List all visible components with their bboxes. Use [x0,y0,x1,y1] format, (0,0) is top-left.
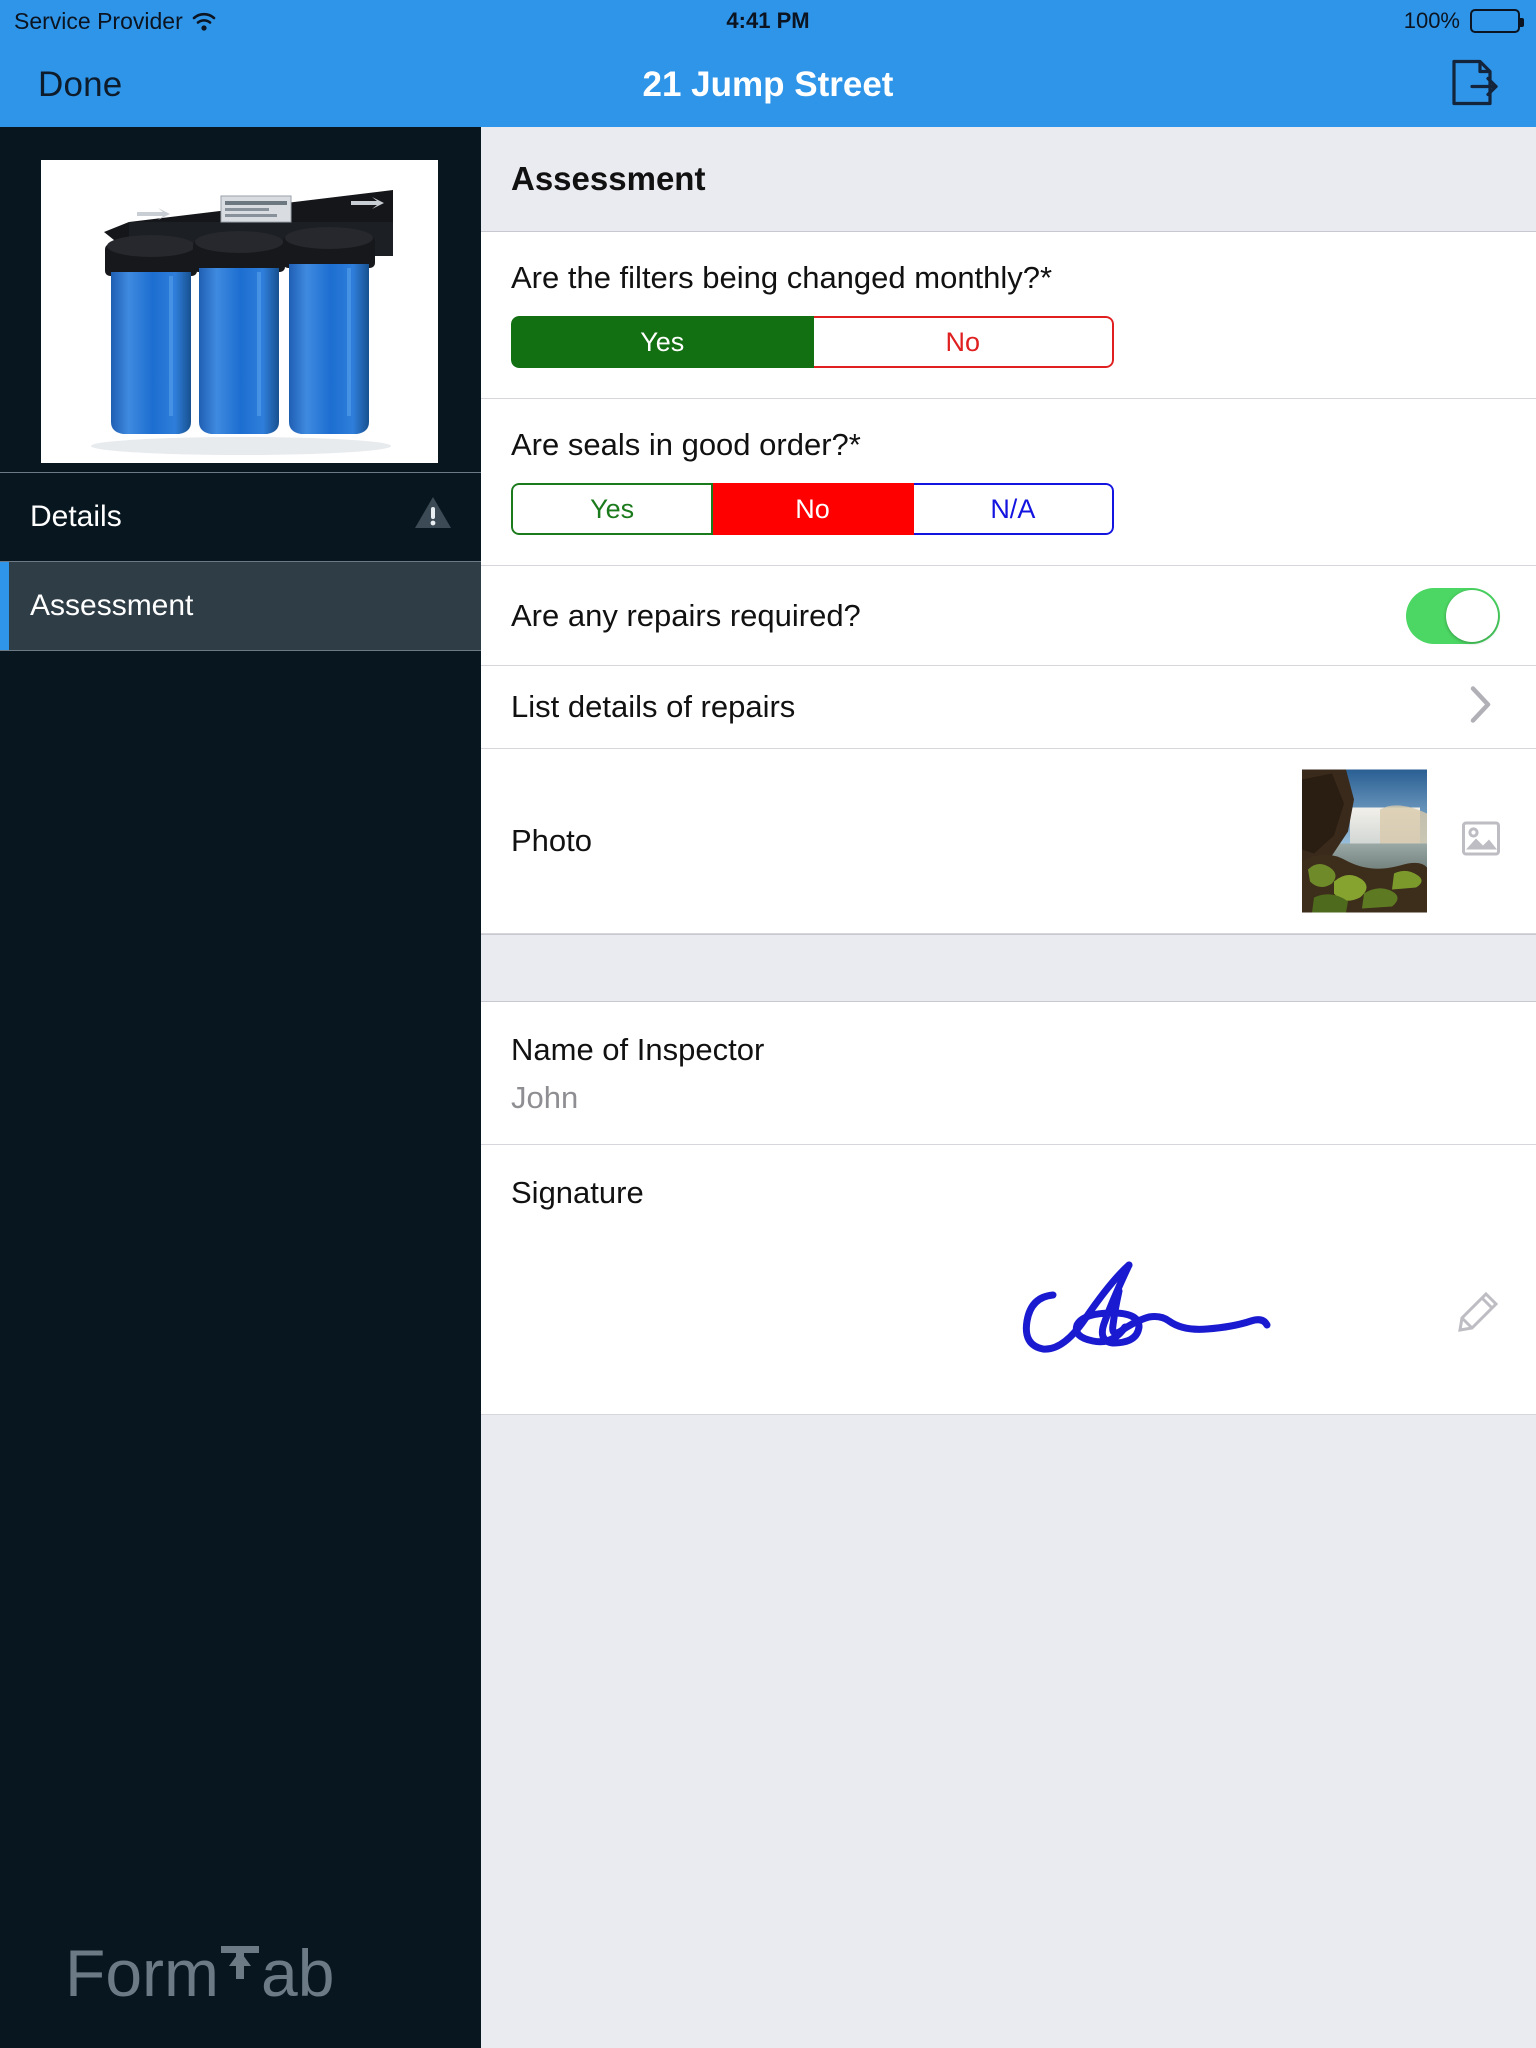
photo-row: Photo [481,749,1536,934]
status-bar-right: 100% [1403,8,1524,34]
section-header: Assessment [481,127,1536,232]
logo-text-after: ab [260,1936,335,2010]
repairs-required-toggle[interactable] [1406,587,1500,644]
sidebar-item-label: Details [30,500,122,533]
handwritten-signature [1001,1255,1341,1380]
water-filter-housing-image [41,160,438,463]
question-label: Are the filters being changed monthly?* [511,260,1053,295]
content-bottom-area [481,1415,1536,1885]
section-title: Assessment [511,160,706,197]
warning-triangle-icon [413,495,453,539]
repairs-required-label: Are any repairs required? [511,597,861,633]
inspector-name-row[interactable]: Name of Inspector John [481,1002,1536,1145]
signature-row[interactable]: Signature [481,1145,1536,1415]
segment-na[interactable]: N/A [913,483,1114,535]
battery-full-icon [1470,9,1524,33]
document-export-icon[interactable] [1446,55,1500,114]
status-bar: Service Provider 4:41 PM 100% [0,0,1536,42]
waterfall-photo-thumbnail[interactable] [1302,769,1427,913]
question-label: Are seals in good order?* [511,427,861,462]
repairs-required-row: Are any repairs required? [481,566,1536,666]
pencil-edit-icon[interactable] [1456,1290,1500,1339]
segmented-control-seals: Yes No N/A [511,483,1114,535]
toggle-knob [1446,589,1498,642]
battery-percent-label: 100% [1403,8,1460,33]
inspector-name-label: Name of Inspector [511,1032,765,1067]
logo-text-before: Form [65,1936,219,2010]
inspector-name-value: John [511,1080,579,1115]
segmented-control-filters: Yes No [511,316,1114,368]
up-arrow-t-icon [219,1930,261,1996]
chevron-right-icon [1470,686,1492,729]
segment-yes[interactable]: Yes [511,483,714,535]
repairs-details-row[interactable]: List details of repairs [481,666,1536,749]
segment-yes[interactable]: Yes [511,316,814,368]
signature-label: Signature [511,1175,644,1210]
segment-no[interactable]: No [713,483,914,535]
status-bar-time: 4:41 PM [726,8,810,33]
repairs-details-label: List details of repairs [511,689,796,724]
photo-label: Photo [511,823,593,858]
page-title: 21 Jump Street [642,64,894,104]
image-picker-icon[interactable] [1461,820,1501,863]
app-screen: Service Provider 4:41 PM 100% Done 21 Ju… [0,0,1536,2048]
segment-no[interactable]: No [813,316,1114,368]
sidebar-item-assessment[interactable]: Assessment [0,562,481,650]
question-row-filters: Are the filters being changed monthly?* … [481,232,1536,399]
sidebar-item-details[interactable]: Details [0,473,481,561]
selected-accent-bar [0,562,9,650]
sidebar-item-label: Assessment [30,589,194,622]
navigation-bar: Done 21 Jump Street [0,42,1536,127]
formtab-logo: Form ab [65,1930,334,2011]
content-pane: Assessment Are the filters being changed… [481,127,1536,2048]
sidebar: Details Assessment Form ab [0,127,481,2048]
section-spacer [481,934,1536,1002]
sidebar-divider-bottom [0,650,481,651]
question-row-seals: Are seals in good order?* Yes No N/A [481,399,1536,566]
